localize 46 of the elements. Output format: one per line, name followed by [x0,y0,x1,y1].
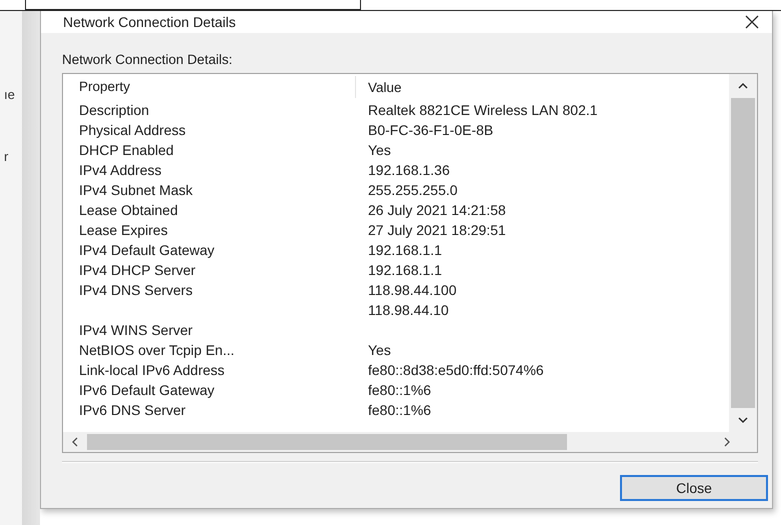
table-cell: DHCP Enabled [79,142,174,158]
table-cell: 118.98.44.100 [368,282,456,298]
table-cell: Lease Obtained [79,202,178,218]
table-cell: 26 July 2021 14:21:58 [368,202,506,218]
table-cell: 27 July 2021 18:29:51 [368,222,506,238]
close-icon[interactable] [744,14,760,30]
table-cell: IPv4 DNS Servers [79,282,193,298]
group-label: Network Connection Details: [62,52,234,67]
close-button[interactable]: Close [620,475,768,501]
scroll-right-icon[interactable] [723,436,731,448]
partial-label: ıe [4,87,15,102]
horizontal-scrollbar[interactable] [63,432,757,452]
column-header[interactable]: Value [356,80,402,94]
window-title: Network Connection Details [63,14,236,30]
table-cell: Physical Address [79,122,186,138]
table-cell: Link-local IPv6 Address [79,362,225,378]
table-cell: fe80::1%6 [368,382,432,398]
table-cell: fe80::8d38:e5d0:ffd:5074%6 [368,362,544,378]
table-cell: fe80::1%6 [368,402,432,418]
scrollbar-thumb[interactable] [87,434,567,450]
table-cell: Yes [368,342,391,358]
table-cell: NetBIOS over Tcpip En... [79,342,234,358]
scroll-up-icon[interactable] [737,82,749,90]
table-cell: 192.168.1.1 [368,262,442,278]
table-cell: IPv4 Subnet Mask [79,182,193,198]
table-cell: Yes [368,142,391,158]
table-cell: 192.168.1.1 [368,242,442,258]
table-cell: IPv4 DHCP Server [79,262,196,278]
table-cell: Lease Expires [79,222,168,238]
table-cell: IPv6 Default Gateway [79,382,214,398]
scroll-down-icon[interactable] [737,416,749,424]
table-cell: Realtek 8821CE Wireless LAN 802.1 [368,102,598,118]
partial-label: r [4,149,8,164]
table-cell: 255.255.255.0 [368,182,458,198]
table-cell: IPv4 Default Gateway [79,242,214,258]
table-cell: IPv4 WINS Server [79,322,193,338]
table-cell: IPv6 DNS Server [79,402,186,418]
vertical-scrollbar[interactable] [729,74,757,432]
table-cell: Description [79,102,150,118]
table-cell: B0-FC-36-F1-0E-8B [368,122,494,138]
table-cell: 118.98.44.10 [368,302,449,318]
column-header[interactable]: Property [79,76,356,98]
table-cell: IPv4 Address [79,162,162,178]
scrollbar-thumb[interactable] [731,98,755,408]
table-cell: 192.168.1.36 [368,162,450,178]
scroll-left-icon[interactable] [71,436,79,448]
